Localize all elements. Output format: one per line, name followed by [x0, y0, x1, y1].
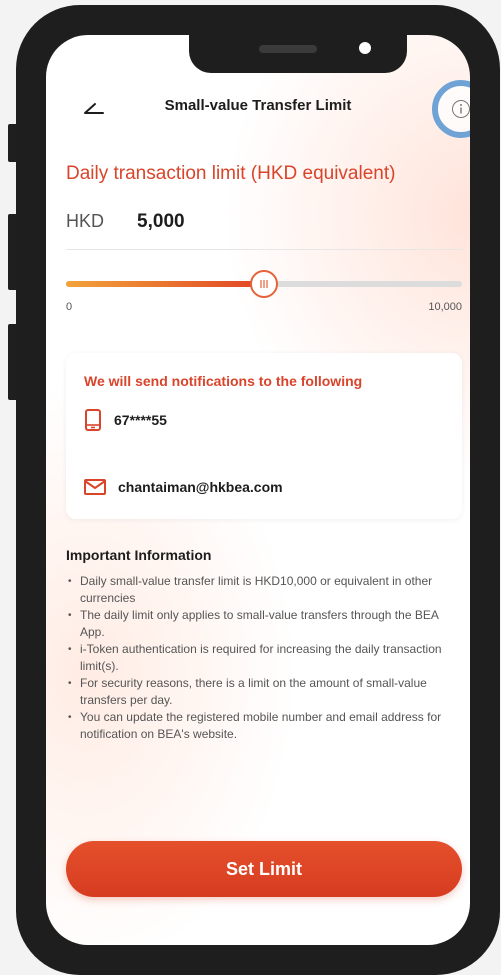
important-info-section: Important Information Daily small-value …	[66, 547, 462, 743]
envelope-icon	[84, 479, 106, 495]
info-icon	[460, 104, 462, 114]
divider	[66, 249, 462, 250]
info-item: i-Token authentication is required for i…	[68, 641, 462, 675]
slider-fill	[66, 281, 264, 287]
mobile-phone-icon	[85, 409, 101, 431]
notification-email-row: chantaiman@hkbea.com	[84, 479, 283, 495]
info-item: The daily limit only applies to small-va…	[68, 607, 462, 641]
notification-card: We will send notifications to the follow…	[66, 353, 462, 519]
limit-amount[interactable]: 5,000	[137, 211, 185, 232]
notification-phone-row: 67****55	[84, 409, 167, 431]
phone-frame: Small-value Transfer Limit Daily transac…	[16, 5, 500, 975]
info-item: For security reasons, there is a limit o…	[68, 675, 462, 709]
limit-slider[interactable]	[66, 270, 462, 298]
volume-down-button	[8, 324, 16, 400]
page-title: Small-value Transfer Limit	[164, 97, 352, 114]
header: Small-value Transfer Limit	[46, 80, 470, 138]
notification-phone: 67****55	[114, 412, 167, 428]
notch	[189, 35, 407, 73]
slider-min-label: 0	[66, 301, 73, 313]
currency-label: HKD	[66, 211, 105, 231]
notification-email: chantaiman@hkbea.com	[118, 479, 283, 495]
app-screen: Small-value Transfer Limit Daily transac…	[46, 35, 470, 945]
info-button[interactable]	[452, 100, 470, 118]
notification-title: We will send notifications to the follow…	[84, 373, 363, 389]
important-info-heading: Important Information	[66, 547, 212, 563]
mute-switch	[8, 124, 16, 162]
limit-amount-row: HKD 5,000	[66, 211, 185, 233]
info-item: You can update the registered mobile num…	[68, 709, 462, 743]
volume-up-button	[8, 214, 16, 290]
important-info-list: Daily small-value transfer limit is HKD1…	[66, 573, 462, 743]
slider-max-label: 10,000	[428, 301, 462, 313]
info-highlight-ring	[432, 80, 470, 138]
slider-thumb[interactable]	[250, 270, 278, 298]
stage: Small-value Transfer Limit Daily transac…	[0, 0, 501, 975]
set-limit-button[interactable]: Set Limit	[66, 841, 462, 897]
info-item: Daily small-value transfer limit is HKD1…	[68, 573, 462, 607]
front-camera	[359, 42, 371, 54]
grip-icon	[260, 280, 268, 288]
speaker	[259, 45, 317, 53]
limit-heading: Daily transaction limit (HKD equivalent)	[66, 163, 396, 184]
